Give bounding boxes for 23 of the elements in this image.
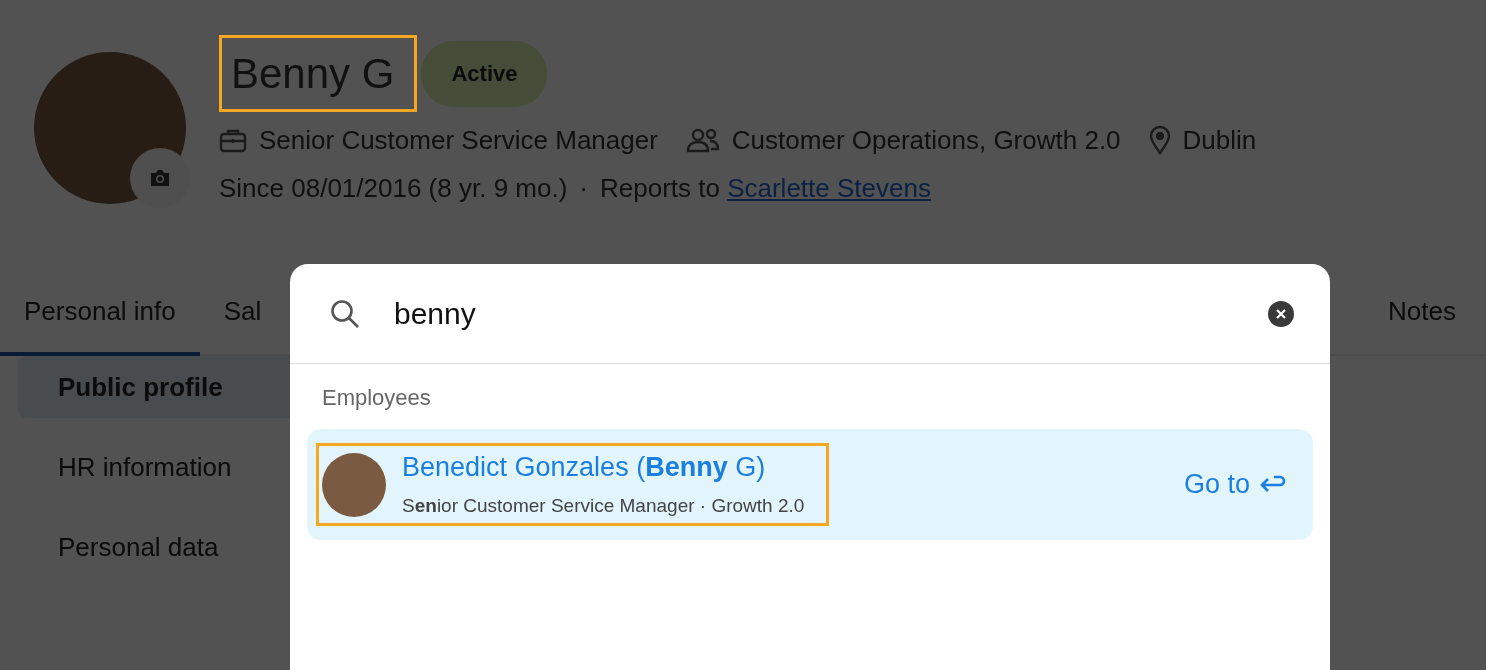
- section-heading: Employees: [321, 384, 432, 412]
- go-to-button[interactable]: Go to: [1183, 469, 1286, 500]
- reports-to-text: Reports to Scarlette Stevens: [600, 173, 931, 204]
- status-badge: Active: [421, 40, 548, 107]
- employee-name: Benny G: [219, 35, 418, 112]
- result-name: Benedict Gonzales (Benny G): [402, 452, 767, 483]
- result-subtitle: Senior Customer Service Manager · Growth 2.0: [402, 495, 805, 517]
- tab[interactable]: Sal: [199, 270, 286, 356]
- camera-icon: [149, 169, 171, 187]
- people-icon: [685, 127, 720, 153]
- tab[interactable]: Notes: [1364, 270, 1486, 356]
- search-icon: [330, 298, 360, 329]
- start-date-text: Since 08/01/2016 (8 yr. 9 mo.): [219, 173, 568, 204]
- clear-button[interactable]: [1268, 300, 1294, 327]
- search-result[interactable]: Benedict Gonzales (Benny G) Senior Customer Service Manager · Growth 2.0 Go to: [307, 429, 1313, 540]
- manager-link[interactable]: Scarlette Stevens: [727, 173, 931, 203]
- meta-text: Senior Customer Service Manager: [259, 124, 658, 156]
- separator-text: ·: [579, 173, 588, 204]
- meta-text: Dublin: [1182, 124, 1257, 156]
- close-icon: [1276, 308, 1286, 319]
- briefcase-icon: [219, 127, 247, 153]
- map-pin-icon: [1148, 125, 1171, 155]
- meta-text: Customer Operations, Growth 2.0: [731, 124, 1121, 156]
